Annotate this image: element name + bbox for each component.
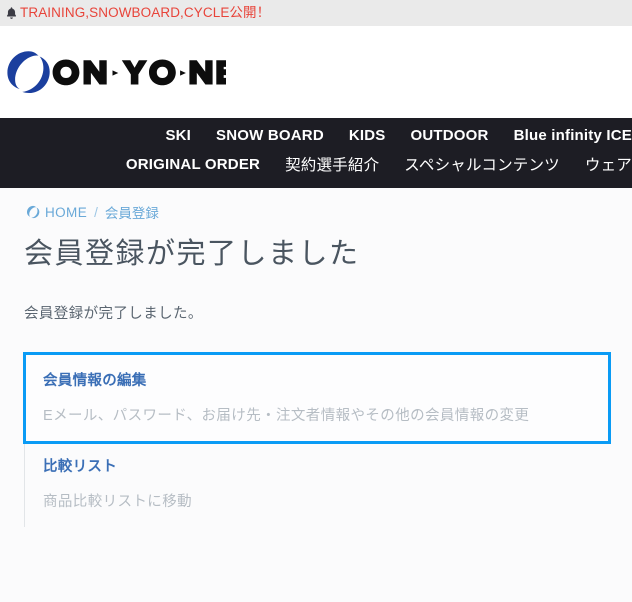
page-title: 会員登録が完了しました bbox=[24, 238, 360, 270]
announcement-text: TRAINING,SNOWBOARD,CYCLE公開！ bbox=[20, 5, 271, 21]
link-title: 会員情報の編集 bbox=[43, 373, 147, 390]
nav-item-athletes[interactable]: 契約選手紹介 bbox=[285, 153, 379, 175]
nav-item-outdoor[interactable]: OUTDOOR bbox=[411, 127, 489, 144]
link-description: Eメール、パスワード、お届け先・注文者情報やその他の会員情報の変更 bbox=[43, 408, 530, 425]
link-item-comparison-list[interactable]: 比較リスト 商品比較リストに移動 bbox=[25, 441, 608, 527]
link-title: 比較リスト bbox=[43, 459, 117, 476]
breadcrumb-separator: / bbox=[94, 204, 98, 220]
breadcrumb-home-logo-icon bbox=[26, 205, 40, 219]
announcement-bar: TRAINING,SNOWBOARD,CYCLE公開！ bbox=[0, 0, 632, 26]
nav-item-kids[interactable]: KIDS bbox=[349, 127, 386, 144]
nav-item-snow-board[interactable]: SNOW BOARD bbox=[216, 127, 324, 144]
main-content: HOME / 会員登録 会員登録が完了しました 会員登録が完了しました。 会員情… bbox=[0, 188, 632, 528]
nav-row-secondary: ORIGINAL ORDER 契約選手紹介 スペシャルコンテンツ ウェア bbox=[0, 153, 632, 175]
breadcrumb: HOME / 会員登録 bbox=[24, 188, 608, 228]
nav-item-original-order[interactable]: ORIGINAL ORDER bbox=[126, 156, 260, 173]
completion-message: 会員登録が完了しました。 bbox=[24, 306, 203, 323]
nav-item-ski[interactable]: SKI bbox=[165, 127, 191, 144]
nav-item-special-contents[interactable]: スペシャルコンテンツ bbox=[404, 153, 560, 175]
bell-icon bbox=[6, 6, 17, 19]
breadcrumb-current-link[interactable]: 会員登録 bbox=[105, 202, 159, 222]
main-navigation: SKI SNOW BOARD KIDS OUTDOOR Blue infinit… bbox=[0, 118, 632, 188]
breadcrumb-home-link[interactable]: HOME bbox=[45, 205, 87, 220]
link-description: 商品比較リストに移動 bbox=[43, 494, 192, 511]
nav-item-blue-infinity-ice[interactable]: Blue infinity ICE bbox=[514, 127, 632, 144]
nav-row-primary: SKI SNOW BOARD KIDS OUTDOOR Blue infinit… bbox=[0, 127, 632, 144]
nav-item-wear[interactable]: ウェア bbox=[585, 153, 632, 175]
logo-band bbox=[0, 26, 632, 118]
next-actions-list: 会員情報の編集 Eメール、パスワード、お届け先・注文者情報やその他の会員情報の変… bbox=[23, 352, 611, 528]
site-logo[interactable] bbox=[4, 49, 226, 95]
onyone-logo-svg bbox=[7, 51, 226, 93]
link-item-edit-member-info[interactable]: 会員情報の編集 Eメール、パスワード、お届け先・注文者情報やその他の会員情報の変… bbox=[23, 352, 611, 445]
